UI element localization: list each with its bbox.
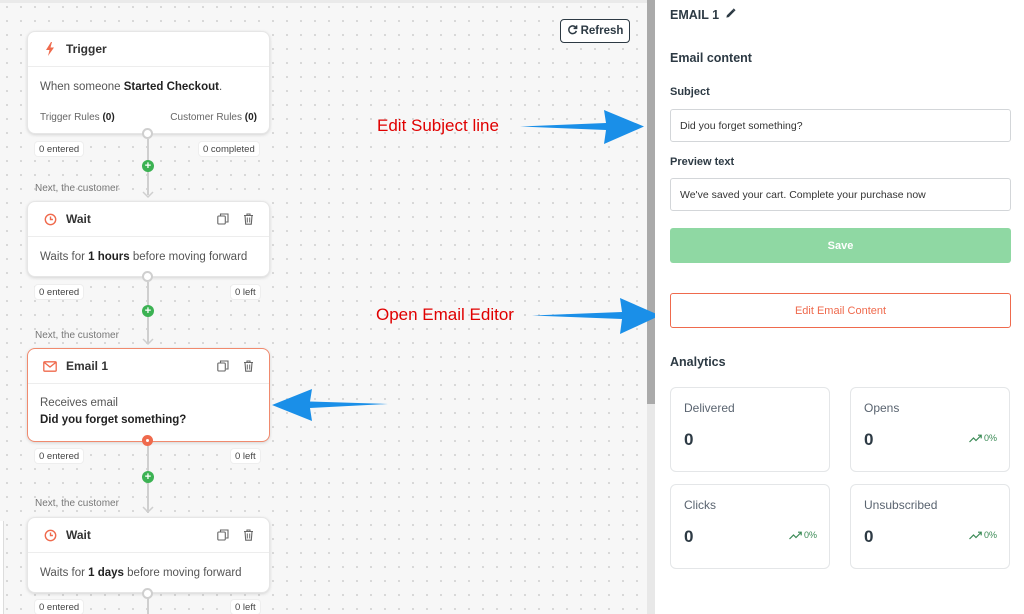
analytics-trend: 0% <box>789 530 817 540</box>
email-content-heading: Email content <box>670 51 752 65</box>
analytics-trend: 0% <box>969 433 997 443</box>
chevron-down-icon <box>142 338 154 346</box>
duplicate-icon[interactable] <box>216 528 230 542</box>
email-1-node[interactable]: Email 1 Receives email Did you forget so… <box>27 348 270 442</box>
email-1-node-body: Receives email Did you forget something? <box>28 384 269 441</box>
arrow-right-icon <box>520 110 644 144</box>
subject-input[interactable]: Did you forget something? <box>670 109 1011 142</box>
refresh-label: Refresh <box>580 25 624 37</box>
subject-label: Subject <box>670 86 710 98</box>
panel-title: EMAIL 1 <box>670 8 736 22</box>
arrow-right-icon <box>532 298 660 334</box>
next-step-label: Next, the customer <box>35 330 119 341</box>
email-1-node-title: Email 1 <box>66 359 109 373</box>
trigger-output-port[interactable] <box>142 128 153 139</box>
wait-2-description: Waits for 1 days before moving forward <box>40 567 242 579</box>
edit-email-content-button[interactable]: Edit Email Content <box>670 293 1011 328</box>
trigger-rules-link[interactable]: Trigger Rules (0) <box>40 109 115 126</box>
customer-rules-link[interactable]: Customer Rules (0) <box>170 109 257 126</box>
clock-icon <box>42 211 58 227</box>
wait-2-left-count: 0 left <box>231 600 260 614</box>
panel-title-text: EMAIL 1 <box>670 8 720 22</box>
refresh-icon <box>567 24 578 38</box>
analytics-card-clicks: Clicks 0 0% <box>670 484 830 569</box>
email-1-output-port[interactable] <box>142 435 153 446</box>
trend-up-icon <box>969 434 982 442</box>
add-step-plus-icon[interactable]: + <box>142 305 154 317</box>
trend-up-icon <box>789 531 802 539</box>
analytics-card-value: 0 <box>864 430 874 449</box>
preview-text-input[interactable]: We've saved your cart. Complete your pur… <box>670 178 1011 211</box>
analytics-card-label: Unsubscribed <box>864 498 938 512</box>
wait-1-description: Waits for 1 hours before moving forward <box>40 251 248 263</box>
connector-line <box>147 598 149 614</box>
lightning-icon <box>42 41 58 57</box>
wait-node-2-header: Wait <box>28 518 269 553</box>
email-1-node-header: Email 1 <box>28 349 269 384</box>
trash-icon[interactable] <box>241 212 255 226</box>
wait-node-1-header: Wait <box>28 202 269 237</box>
canvas-left-edge <box>0 521 4 614</box>
pencil-icon[interactable] <box>725 8 736 22</box>
annotation-edit-subject: Edit Subject line <box>377 116 499 135</box>
email-settings-panel: EMAIL 1 Email content Subject Did you fo… <box>655 0 1024 614</box>
envelope-icon <box>42 358 58 374</box>
chevron-down-icon <box>142 191 154 199</box>
trend-up-icon <box>969 531 982 539</box>
email-1-subject-preview: Did you forget something? <box>40 414 187 426</box>
trigger-node[interactable]: Trigger When someone Started Checkout. T… <box>27 31 270 134</box>
analytics-card-value: 0 <box>684 430 694 449</box>
trigger-completed-count: 0 completed <box>199 142 259 156</box>
analytics-heading: Analytics <box>670 355 726 369</box>
trash-icon[interactable] <box>241 528 255 542</box>
wait-node-2[interactable]: Wait Waits for 1 days before moving forw… <box>27 517 270 593</box>
wait-1-left-count: 0 left <box>231 285 260 299</box>
annotation-open-editor: Open Email Editor <box>376 305 514 324</box>
analytics-card-unsubscribed: Unsubscribed 0 0% <box>850 484 1010 569</box>
clock-icon <box>42 527 58 543</box>
canvas-scrollbar-thumb[interactable] <box>647 0 655 404</box>
email-1-entered-count: 0 entered <box>35 449 84 463</box>
trash-icon[interactable] <box>241 359 255 373</box>
trigger-description: When someone Started Checkout. <box>40 81 223 93</box>
analytics-trend: 0% <box>969 530 997 540</box>
add-step-plus-icon[interactable]: + <box>142 160 154 172</box>
analytics-card-value: 0 <box>864 527 874 546</box>
analytics-card-label: Clicks <box>684 498 716 512</box>
arrow-left-icon <box>272 389 388 421</box>
preview-text-label: Preview text <box>670 156 735 168</box>
email-1-left-count: 0 left <box>231 449 260 463</box>
analytics-card-label: Opens <box>864 401 900 415</box>
canvas-top-border <box>0 0 648 3</box>
duplicate-icon[interactable] <box>216 359 230 373</box>
wait-node-1[interactable]: Wait Waits for 1 hours before moving for… <box>27 201 270 277</box>
analytics-card-opens: Opens 0 0% <box>850 387 1010 472</box>
email-1-receives-label: Receives email <box>40 397 118 409</box>
save-button[interactable]: Save <box>670 228 1011 263</box>
next-step-label: Next, the customer <box>35 498 119 509</box>
wait-node-2-title: Wait <box>66 528 91 542</box>
wait-1-entered-count: 0 entered <box>35 285 84 299</box>
next-step-label: Next, the customer <box>35 183 119 194</box>
wait-2-entered-count: 0 entered <box>35 600 84 614</box>
wait-1-output-port[interactable] <box>142 271 153 282</box>
trigger-entered-count: 0 entered <box>35 142 84 156</box>
trigger-node-header: Trigger <box>28 32 269 67</box>
refresh-button[interactable]: Refresh <box>560 19 630 43</box>
wait-node-1-title: Wait <box>66 212 91 226</box>
analytics-card-delivered: Delivered 0 <box>670 387 830 472</box>
trigger-node-title: Trigger <box>66 42 107 56</box>
chevron-down-icon <box>142 506 154 514</box>
analytics-card-value: 0 <box>684 527 694 546</box>
duplicate-icon[interactable] <box>216 212 230 226</box>
analytics-card-label: Delivered <box>684 401 735 415</box>
add-step-plus-icon[interactable]: + <box>142 471 154 483</box>
